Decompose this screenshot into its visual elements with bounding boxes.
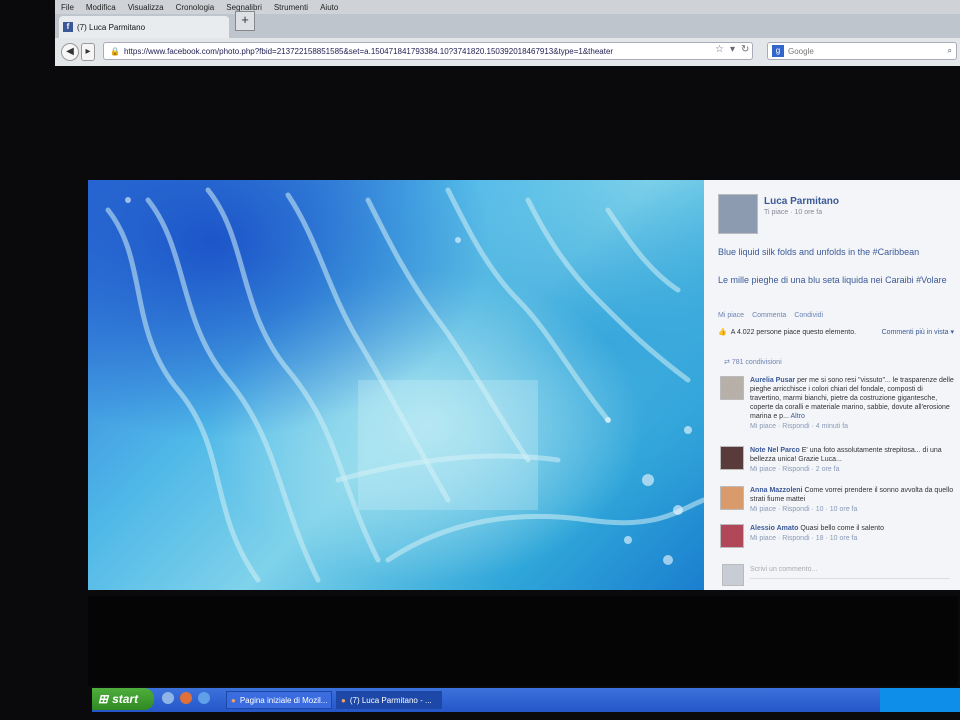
like-icon: 👍: [718, 329, 727, 336]
task-facebook[interactable]: ● (7) Luca Parmitano - ...: [336, 691, 442, 709]
comment-actions[interactable]: Mi piace · Rispondi · 10 · 10 ore fa: [750, 505, 955, 514]
url-icons: ☆ ▾ ↻: [715, 44, 749, 55]
firefox-icon: ●: [341, 695, 346, 705]
quick-launch: [162, 692, 210, 704]
new-tab-button[interactable]: +: [235, 11, 255, 31]
comment-input[interactable]: Scrivi un commento...: [750, 566, 950, 579]
lock-icon: 🔒: [110, 46, 120, 56]
see-more-link[interactable]: Altro: [790, 413, 804, 420]
caption-en: Blue liquid silk folds and unfolds in th…: [718, 247, 920, 257]
windows-logo-icon: ⊞: [98, 692, 109, 706]
tab-facebook[interactable]: f (7) Luca Parmitano: [59, 16, 229, 38]
dropdown-icon[interactable]: ▾: [730, 44, 735, 55]
tab-title: (7) Luca Parmitano: [77, 22, 146, 32]
start-label: start: [112, 692, 139, 706]
comment-body: Note Nel Parco E' una foto assolutamente…: [750, 446, 955, 474]
start-button[interactable]: ⊞ start: [92, 688, 154, 710]
like-button[interactable]: Mi piace: [718, 312, 744, 319]
firefox-icon: ●: [231, 695, 236, 705]
browser-navbar: ◀ ▸ 🔒 https://www.facebook.com/photo.php…: [55, 38, 960, 66]
comment-button[interactable]: Commenta: [752, 312, 786, 319]
post-sidebar: Luca Parmitano Ti piace · 10 ore fa Blue…: [704, 180, 960, 590]
likes-summary: 👍 A 4.022 persone piace questo elemento. …: [718, 328, 954, 336]
comment-body: Alessio Amato Quasi bello come il salent…: [750, 524, 955, 543]
browser-menubar: File Modifica Visualizza Cronologia Segn…: [55, 0, 960, 14]
post-meta: Ti piace · 10 ore fa: [764, 209, 823, 216]
commenter-name[interactable]: Alessio Amato: [750, 525, 798, 532]
author-avatar[interactable]: [718, 194, 758, 234]
task-label: Pagina iniziale di Mozil...: [239, 695, 328, 705]
ie-icon[interactable]: [198, 692, 210, 704]
system-tray: [880, 688, 960, 712]
post-photo[interactable]: [88, 180, 704, 590]
menu-cronologia[interactable]: Cronologia: [176, 3, 215, 12]
comment-body: Anna Mazzoleni Come vorrei prendere il s…: [750, 486, 955, 514]
commenter-name[interactable]: Aurelia Pusar: [750, 377, 795, 384]
comment-actions[interactable]: Mi piace · Rispondi · 2 ore fa: [750, 465, 955, 474]
menu-aiuto[interactable]: Aiuto: [320, 3, 338, 12]
firefox-icon[interactable]: [180, 692, 192, 704]
commenter-avatar[interactable]: [720, 524, 744, 548]
shares-count[interactable]: ⇄ 781 condivisioni: [724, 358, 782, 366]
caption-it: Le mille pieghe di una blu seta liquida …: [718, 275, 947, 285]
ocean-pattern: [105, 187, 704, 583]
search-engine-label: Google: [788, 46, 814, 56]
menu-modifica[interactable]: Modifica: [86, 3, 116, 12]
commenter-avatar[interactable]: [720, 486, 744, 510]
task-label: (7) Luca Parmitano - ...: [349, 695, 432, 705]
share-icon: ⇄: [724, 359, 732, 366]
url-bar[interactable]: 🔒 https://www.facebook.com/photo.php?fbi…: [103, 42, 753, 60]
comment-text: Quasi bello come il salento: [800, 525, 884, 532]
comment-body: Aurelia Pusar per me si sono resi "vissu…: [750, 376, 955, 431]
commenter-name[interactable]: Anna Mazzoleni: [750, 487, 803, 494]
reload-icon[interactable]: ↻: [741, 44, 749, 55]
facebook-favicon-icon: f: [63, 22, 73, 32]
bookmark-star-icon[interactable]: ☆: [715, 44, 724, 55]
menu-visualizza[interactable]: Visualizza: [128, 3, 164, 12]
task-mozilla[interactable]: ● Pagina iniziale di Mozil...: [226, 691, 332, 709]
author-name[interactable]: Luca Parmitano: [764, 196, 839, 207]
shares-text: 781 condivisioni: [731, 359, 782, 366]
forward-icon[interactable]: ▸: [81, 43, 95, 61]
commenter-avatar[interactable]: [720, 376, 744, 400]
search-box[interactable]: g Google ⌕: [767, 42, 957, 60]
more-comments-link[interactable]: Commenti più in vista ▾: [882, 328, 954, 336]
share-button[interactable]: Condividi: [794, 312, 823, 319]
menu-file[interactable]: File: [61, 3, 74, 12]
url-text: https://www.facebook.com/photo.php?fbid=…: [123, 46, 614, 56]
post-actions: Mi piace Commenta Condividi: [718, 312, 823, 319]
comment-actions[interactable]: Mi piace · Rispondi · 4 minuti fa: [750, 422, 955, 431]
browser-tabbar: f (7) Luca Parmitano +: [55, 11, 960, 38]
commenter-avatar[interactable]: [720, 446, 744, 470]
my-avatar: [722, 564, 744, 586]
menu-strumenti[interactable]: Strumenti: [274, 3, 308, 12]
back-icon[interactable]: ◀: [61, 43, 79, 61]
search-icon[interactable]: ⌕: [948, 46, 956, 56]
comment-actions[interactable]: Mi piace · Rispondi · 18 · 10 ore fa: [750, 534, 955, 543]
commenter-name[interactable]: Note Nel Parco: [750, 447, 800, 454]
show-desktop-icon[interactable]: [162, 692, 174, 704]
google-icon: g: [772, 45, 784, 57]
windows-taskbar: ⊞ start ● Pagina iniziale di Mozil... ● …: [92, 688, 960, 712]
page-background-dark: [88, 596, 958, 686]
likes-text[interactable]: A 4.022 persone piace questo elemento.: [731, 329, 856, 336]
